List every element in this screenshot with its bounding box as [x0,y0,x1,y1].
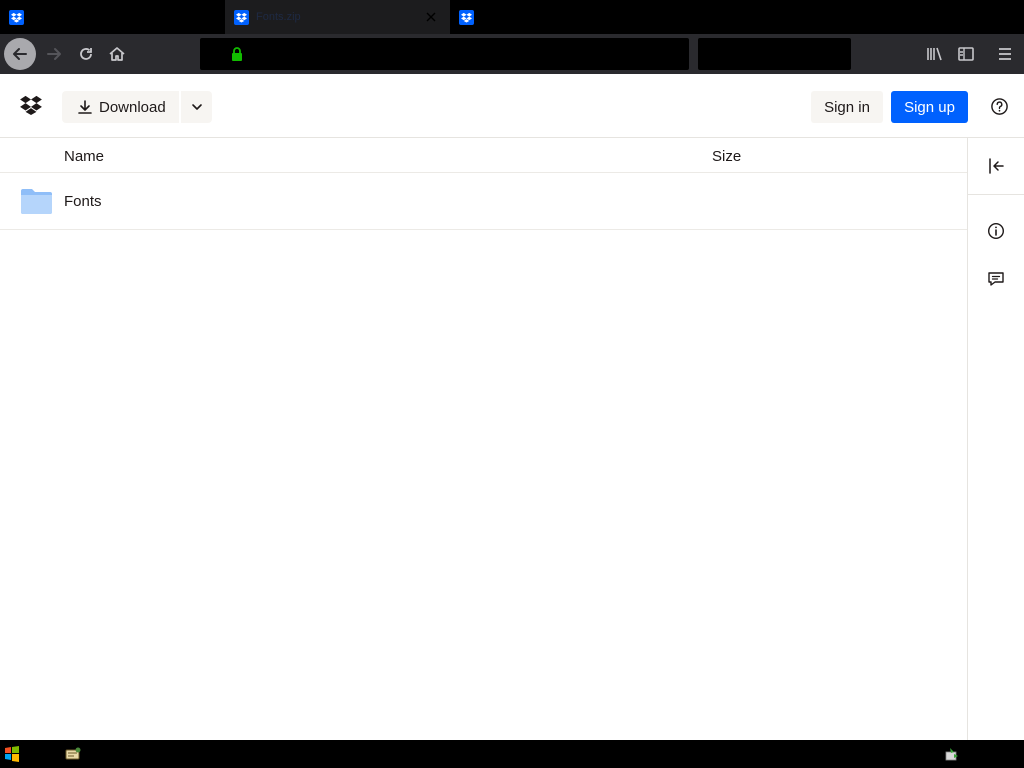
download-label: Download [99,98,166,116]
file-name[interactable]: Fonts [64,193,102,210]
sign-up-button[interactable]: Sign up [891,91,968,123]
dropbox-favicon-icon [459,9,474,25]
download-button[interactable]: Download [62,91,179,123]
browser-tab-3[interactable] [450,0,490,34]
dropbox-favicon-icon [9,9,24,25]
os-taskbar [0,740,1024,768]
dropbox-logo-icon[interactable] [20,95,42,115]
comment-icon[interactable] [987,270,1005,288]
app-icon[interactable] [64,746,82,762]
back-button[interactable] [4,38,36,70]
search-bar[interactable] [698,38,851,70]
sidebar-icon [958,47,974,61]
reload-icon [80,48,92,60]
home-button[interactable] [106,43,128,65]
dropbox-header: Download Sign in Sign up [0,74,1024,138]
dropbox-favicon-icon [234,9,249,25]
file-list: Name Size Fonts [0,138,967,740]
browser-nav-bar [0,34,1024,74]
url-bar[interactable] [200,38,689,70]
sidebar-toggle-button[interactable] [955,43,977,65]
library-icon [927,47,942,61]
browser-tab-active[interactable]: Fonts.zip [225,0,450,34]
library-button[interactable] [923,43,945,65]
windows-start-icon[interactable] [4,746,20,762]
info-icon[interactable] [987,222,1005,240]
column-header: Name Size [0,138,967,173]
forward-arrow-icon [47,48,61,60]
browser-tab-1[interactable] [0,0,225,34]
name-column-header[interactable]: Name [64,148,104,165]
back-arrow-icon [13,48,27,60]
hamburger-menu-icon [999,48,1011,60]
folder-icon [21,189,52,214]
tray-icon[interactable] [944,746,960,762]
lock-icon [232,47,242,61]
sign-in-button[interactable]: Sign in [811,91,883,123]
collapse-panel-icon[interactable] [987,157,1005,175]
size-column-header[interactable]: Size [712,148,741,165]
forward-button[interactable] [43,43,65,65]
browser-tab-strip: Fonts.zip [0,0,1024,34]
close-tab-icon[interactable] [424,10,438,24]
chevron-down-icon [191,104,202,110]
menu-button[interactable] [994,43,1016,65]
tab-title: Fonts.zip [256,11,301,23]
table-row[interactable]: Fonts [0,173,967,230]
home-icon [109,47,125,61]
download-options-button[interactable] [181,91,212,123]
download-icon [78,100,92,114]
help-icon[interactable] [990,97,1009,116]
details-side-panel [967,138,1024,740]
reload-button[interactable] [75,43,97,65]
panel-divider [968,194,1024,195]
